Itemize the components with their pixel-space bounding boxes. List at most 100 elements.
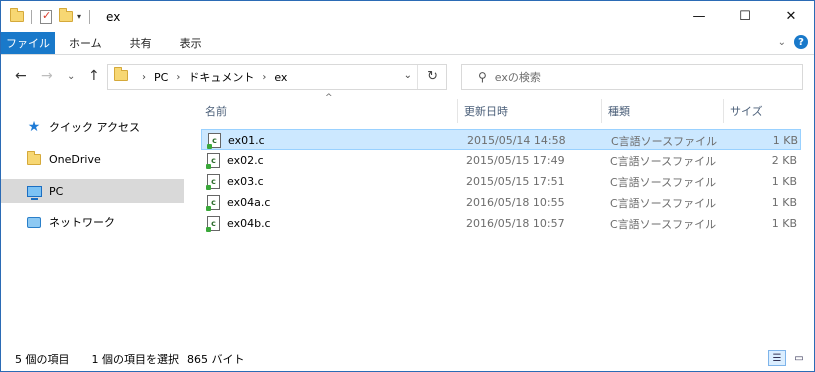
- sidebar-item-network[interactable]: ネットワーク: [1, 210, 184, 234]
- sidebar-item-label: ネットワーク: [49, 216, 115, 229]
- file-name-cell: c ex04b.c: [206, 213, 271, 234]
- sidebar-item-label: クイック アクセス: [49, 121, 140, 134]
- table-row[interactable]: c ex02.c 2015/05/15 17:49 C言語ソースファイル 2 K…: [201, 150, 801, 171]
- c-source-file-icon: c: [206, 174, 220, 190]
- toolbar-divider: [31, 9, 32, 24]
- close-button[interactable]: ✕: [768, 1, 814, 32]
- ribbon-tabs: ファイル ホーム 共有 表示 ⌄ ?: [1, 32, 814, 55]
- address-bar[interactable]: › PC › ドキュメント › ex ⌄ ↻: [107, 64, 447, 90]
- details-view-icon[interactable]: ☰: [768, 350, 786, 366]
- properties-icon[interactable]: [38, 9, 54, 25]
- file-date: 2015/05/15 17:51: [466, 175, 565, 188]
- file-name-cell: c ex01.c: [207, 130, 265, 151]
- sidebar-item-quick-access[interactable]: ★ クイック アクセス: [1, 115, 184, 139]
- recent-locations-button[interactable]: ⌄: [67, 71, 75, 82]
- file-size: 2 KB: [771, 154, 797, 167]
- file-type: C言語ソースファイル: [611, 134, 718, 148]
- file-name: ex04a.c: [227, 196, 271, 209]
- search-icon: ⚲: [478, 70, 487, 84]
- tab-view[interactable]: 表示: [166, 32, 216, 54]
- column-header-name[interactable]: 名前: [199, 99, 457, 123]
- table-row[interactable]: c ex04b.c 2016/05/18 10:57 C言語ソースファイル 1 …: [201, 213, 801, 234]
- address-dropdown-icon[interactable]: ⌄: [404, 70, 412, 81]
- search-box[interactable]: ⚲: [461, 64, 803, 90]
- new-folder-icon[interactable]: [58, 8, 74, 25]
- breadcrumb-pc[interactable]: PC: [154, 71, 168, 84]
- navigation-pane: ★ クイック アクセス OneDrive PC ネットワーク: [1, 99, 185, 341]
- expand-ribbon-icon[interactable]: ⌄: [778, 37, 786, 48]
- network-icon: [25, 216, 43, 228]
- quick-access-toolbar: ▾: [1, 1, 96, 32]
- c-source-file-icon: c: [206, 153, 220, 169]
- column-header-date[interactable]: 更新日時: [457, 99, 601, 123]
- file-date: 2016/05/18 10:55: [466, 196, 565, 209]
- column-header-size[interactable]: サイズ: [723, 99, 803, 123]
- file-name-cell: c ex04a.c: [206, 192, 271, 213]
- c-source-file-icon: c: [207, 133, 221, 149]
- file-name: ex03.c: [227, 175, 264, 188]
- file-list: ^ 名前 更新日時 種類 サイズ c ex01.c 2015/05/14 14:…: [185, 93, 814, 341]
- sidebar-item-label: OneDrive: [49, 152, 101, 166]
- title-bar: ▾ ex — ☐ ✕: [1, 1, 814, 32]
- file-size: 1 KB: [771, 175, 797, 188]
- onedrive-folder-icon: [25, 150, 43, 165]
- explorer-window: ▾ ex — ☐ ✕ ファイル ホーム 共有 表示 ⌄ ? ← → ⌄ ↑ › …: [0, 0, 815, 372]
- window-controls: — ☐ ✕: [676, 1, 814, 32]
- file-name: ex04b.c: [227, 217, 271, 230]
- computer-icon: [25, 185, 43, 200]
- file-name-cell: c ex03.c: [206, 171, 264, 192]
- customize-toolbar-dropdown[interactable]: ▾: [77, 12, 81, 21]
- tab-share[interactable]: 共有: [116, 32, 166, 54]
- file-type: C言語ソースファイル: [610, 196, 717, 210]
- sidebar-item-pc[interactable]: PC: [1, 179, 184, 203]
- file-type: C言語ソースファイル: [610, 154, 717, 168]
- selection-size: 865 バイト: [187, 352, 245, 366]
- file-name: ex01.c: [228, 134, 265, 147]
- table-row[interactable]: c ex03.c 2015/05/15 17:51 C言語ソースファイル 1 K…: [201, 171, 801, 192]
- star-icon: ★: [27, 119, 41, 135]
- tab-home[interactable]: ホーム: [55, 32, 116, 54]
- maximize-button[interactable]: ☐: [722, 1, 768, 32]
- breadcrumb-separator[interactable]: ›: [142, 72, 146, 83]
- c-source-file-icon: c: [206, 195, 220, 211]
- column-headers: ^ 名前 更新日時 種類 サイズ: [185, 93, 814, 123]
- tab-file[interactable]: ファイル: [1, 32, 55, 54]
- back-button[interactable]: ←: [15, 68, 27, 84]
- large-icons-view-icon[interactable]: ▭: [790, 350, 808, 366]
- breadcrumb-separator[interactable]: ›: [176, 72, 180, 83]
- search-input[interactable]: [494, 70, 785, 84]
- window-title: ex: [106, 9, 121, 24]
- sidebar-item-label: PC: [49, 184, 64, 198]
- file-name: ex02.c: [227, 154, 264, 167]
- file-type: C言語ソースファイル: [610, 217, 717, 231]
- minimize-button[interactable]: —: [676, 1, 722, 32]
- selection-count: 1 個の項目を選択: [91, 352, 180, 366]
- c-source-file-icon: c: [206, 216, 220, 232]
- file-date: 2016/05/18 10:57: [466, 217, 565, 230]
- file-type: C言語ソースファイル: [610, 175, 717, 189]
- breadcrumb-ex[interactable]: ex: [274, 71, 287, 84]
- folder-icon: [9, 8, 25, 25]
- file-rows: c ex01.c 2015/05/14 14:58 C言語ソースファイル 1 K…: [201, 129, 801, 234]
- file-size: 1 KB: [772, 134, 798, 147]
- table-row[interactable]: c ex01.c 2015/05/14 14:58 C言語ソースファイル 1 K…: [201, 129, 801, 150]
- sidebar-item-onedrive[interactable]: OneDrive: [1, 147, 184, 171]
- refresh-icon[interactable]: ↻: [427, 69, 438, 84]
- file-name-cell: c ex02.c: [206, 150, 264, 171]
- up-button[interactable]: ↑: [88, 68, 100, 84]
- file-date: 2015/05/15 17:49: [466, 154, 565, 167]
- toolbar-divider: [89, 9, 91, 24]
- breadcrumb: › PC › ドキュメント › ex: [134, 69, 287, 85]
- file-date: 2015/05/14 14:58: [467, 134, 566, 147]
- breadcrumb-separator[interactable]: ›: [262, 72, 266, 83]
- status-bar: 5 個の項目 1 個の項目を選択 865 バイト ☰ ▭: [1, 346, 814, 371]
- help-icon[interactable]: ?: [794, 35, 808, 49]
- column-header-type[interactable]: 種類: [601, 99, 723, 123]
- table-row[interactable]: c ex04a.c 2016/05/18 10:55 C言語ソースファイル 1 …: [201, 192, 801, 213]
- navigation-bar: ← → ⌄ ↑ › PC › ドキュメント › ex ⌄ ↻ ⚲: [1, 56, 814, 99]
- view-switcher: ☰ ▭: [764, 350, 808, 366]
- breadcrumb-documents[interactable]: ドキュメント: [188, 69, 254, 85]
- folder-icon: [114, 67, 128, 84]
- forward-button[interactable]: →: [41, 68, 53, 84]
- file-size: 1 KB: [771, 217, 797, 230]
